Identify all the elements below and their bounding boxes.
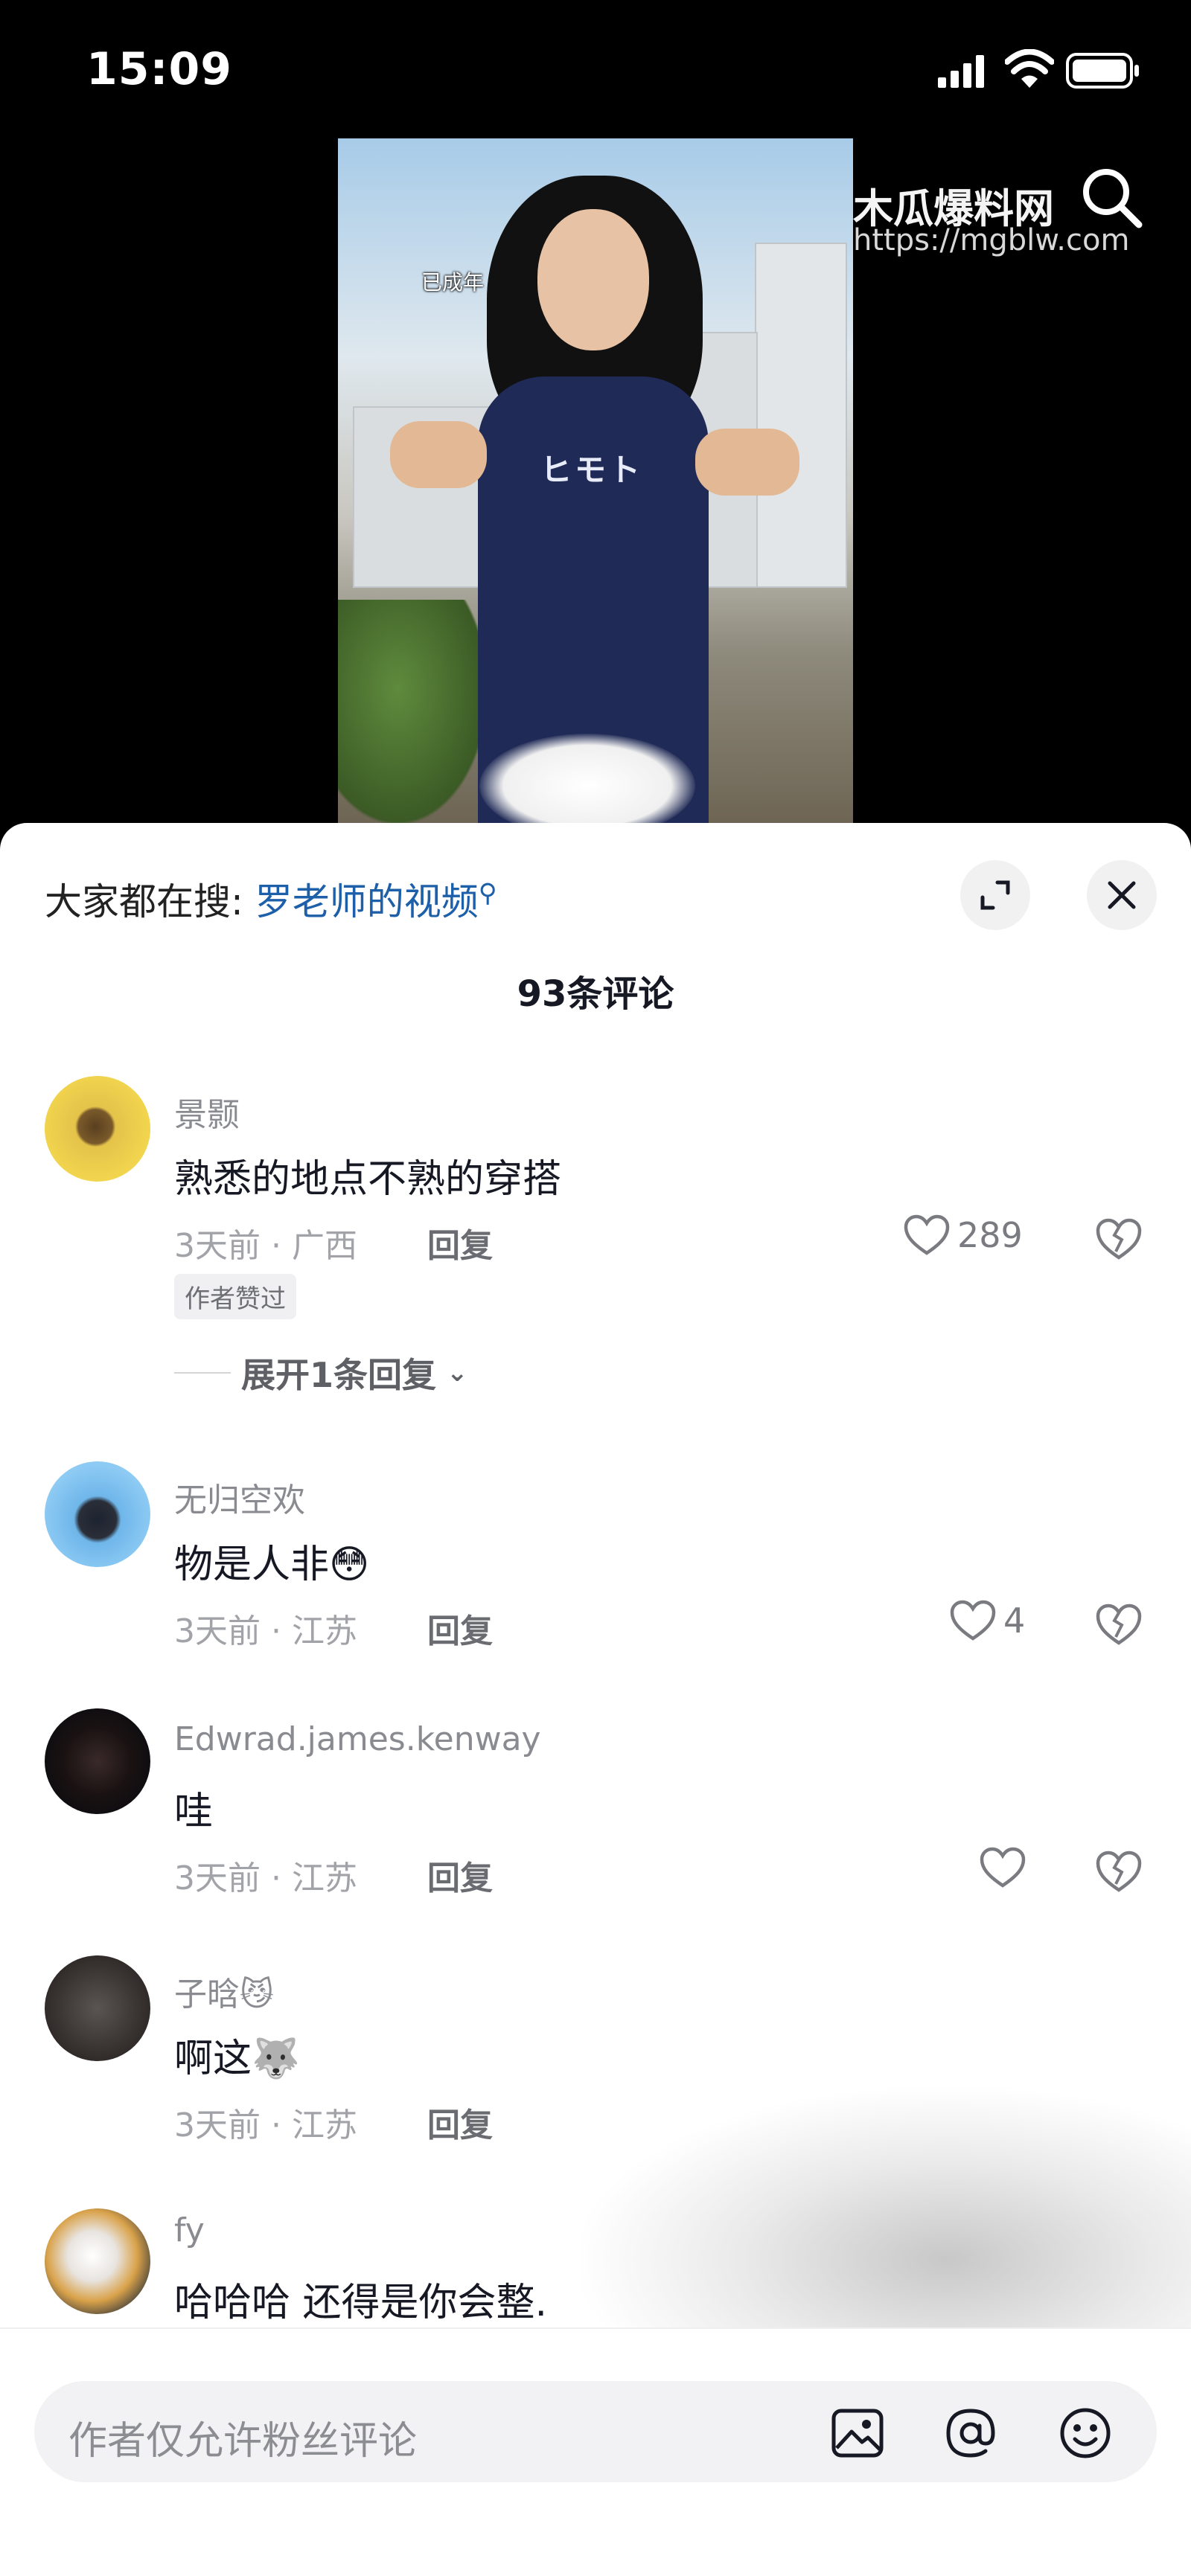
reply-button[interactable]: 回复 xyxy=(427,1219,493,1266)
like-count: 4 xyxy=(1003,1601,1026,1641)
comment-text: 熟悉的地点不熟的穿搭 xyxy=(174,1157,562,1202)
comment-input-placeholder: 作者仅允许粉丝评论 xyxy=(68,2419,418,2464)
comment-meta: 3天前 · 江苏 xyxy=(174,2106,357,2144)
comment-text: 哇 xyxy=(174,1790,214,1834)
outfit-print: ヒモト xyxy=(540,452,644,488)
status-bar: 15:09 xyxy=(0,0,1191,141)
avatar[interactable] xyxy=(45,1461,150,1567)
background-tower xyxy=(755,243,847,588)
comment-text: 哈哈哈 还得是你会整. xyxy=(174,2281,548,2325)
emoji-icon[interactable] xyxy=(1056,2403,1115,2463)
video-player[interactable]: ヒモト 已成年 xyxy=(338,138,853,823)
comment-username[interactable]: 景颢 xyxy=(174,1088,240,1135)
battery-icon xyxy=(1066,53,1139,89)
heart-icon xyxy=(950,1600,996,1641)
reply-button[interactable]: 回复 xyxy=(427,1604,493,1652)
bushes xyxy=(338,600,487,823)
wifi-icon xyxy=(1005,49,1054,88)
comment-meta: 3天前 · 江苏 xyxy=(174,1859,357,1897)
heart-icon xyxy=(904,1214,950,1255)
expand-replies-button[interactable]: 展开1条回复 ⌄ xyxy=(174,1348,468,1397)
search-small-icon: ⚲ xyxy=(478,878,497,909)
cellular-signal-icon xyxy=(938,55,984,88)
comment-meta: 3天前 · 广西 xyxy=(174,1227,357,1265)
mention-icon[interactable] xyxy=(941,2403,1000,2463)
author-liked-badge: 作者赞过 xyxy=(174,1274,296,1319)
comment-meta: 3天前 · 江苏 xyxy=(174,1612,357,1650)
expand-replies-label: 展开1条回复 xyxy=(241,1355,437,1395)
status-time: 15:09 xyxy=(86,43,232,95)
comment-username[interactable]: 无归空欢 xyxy=(174,1473,305,1521)
avatar[interactable] xyxy=(45,2208,150,2314)
comment-username[interactable]: Edwrad.james.kenway xyxy=(174,1720,541,1758)
like-count: 289 xyxy=(957,1215,1023,1255)
comment-text: 物是人非😳 xyxy=(174,1542,370,1587)
close-icon xyxy=(1108,881,1136,909)
trending-search-prefix: 大家都在搜: xyxy=(45,880,243,923)
divider-line xyxy=(174,1372,231,1374)
comment-username[interactable]: fy xyxy=(174,2211,205,2249)
person-hand xyxy=(390,421,487,488)
search-icon[interactable] xyxy=(1078,164,1145,231)
comment-input[interactable]: 作者仅允许粉丝评论 xyxy=(34,2381,1157,2482)
comment-count: 93条评论 xyxy=(517,973,674,1015)
like-button[interactable]: 289 xyxy=(904,1214,1023,1256)
close-button[interactable] xyxy=(1087,860,1157,930)
avatar[interactable] xyxy=(45,1708,150,1814)
trending-search-keyword[interactable]: 罗老师的视频 xyxy=(255,880,479,923)
expand-sheet-button[interactable] xyxy=(960,860,1030,930)
video-caption-tag: 已成年 xyxy=(421,270,485,295)
reply-button[interactable]: 回复 xyxy=(427,1851,493,1899)
comment-text: 啊这🐺 xyxy=(174,2037,300,2081)
like-button[interactable] xyxy=(980,1847,1026,1888)
dislike-icon[interactable] xyxy=(1096,1217,1142,1260)
avatar[interactable] xyxy=(45,1076,150,1182)
comment-input-bar: 作者仅允许粉丝评论 xyxy=(0,2327,1191,2576)
comment-username[interactable]: 子晗😼 xyxy=(174,1967,274,2015)
avatar[interactable] xyxy=(45,1955,150,2061)
heart-icon xyxy=(980,1847,1026,1888)
expand-icon xyxy=(980,880,1010,910)
image-icon[interactable] xyxy=(828,2403,887,2463)
dislike-icon[interactable] xyxy=(1096,1850,1142,1893)
person-hand xyxy=(695,429,799,496)
trending-search[interactable]: 大家都在搜: 罗老师的视频⚲ xyxy=(45,872,497,926)
dislike-icon[interactable] xyxy=(1096,1603,1142,1646)
chevron-down-icon: ⌄ xyxy=(447,1358,468,1388)
person-face xyxy=(537,209,649,350)
reply-button[interactable]: 回复 xyxy=(427,2098,493,2146)
like-button[interactable]: 4 xyxy=(950,1600,1025,1641)
comment-sheet: 大家都在搜: 罗老师的视频⚲ 93条评论 景颢 熟悉的地点不熟的穿搭 3天前 ·… xyxy=(0,823,1191,2576)
